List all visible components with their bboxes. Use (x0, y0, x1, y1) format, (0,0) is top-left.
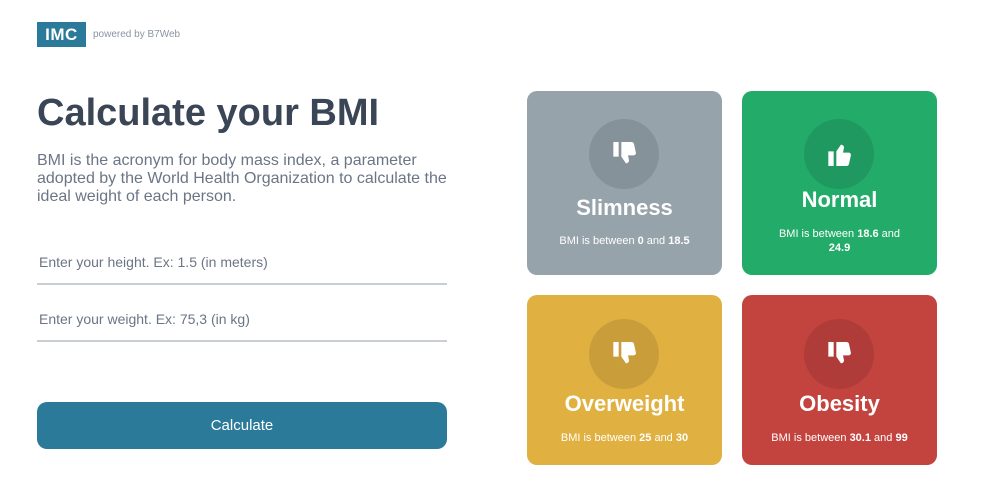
card-title: Obesity (799, 391, 880, 416)
card-title: Slimness (576, 195, 673, 220)
bmi-card-overweight: Overweight BMI is between 25 and 30 (527, 295, 722, 465)
logo: IMC (37, 22, 86, 47)
thumbs-down-icon (589, 119, 659, 189)
page-title: Calculate your BMI (37, 92, 380, 134)
calculate-button[interactable]: Calculate (37, 402, 447, 449)
bmi-card-obesity: Obesity BMI is between 30.1 and 99 (742, 295, 937, 465)
height-input[interactable] (37, 241, 447, 285)
thumbs-down-icon (589, 319, 659, 389)
card-range: BMI is between 25 and 30 (560, 432, 689, 444)
card-range: BMI is between 30.1 and 99 (771, 432, 908, 444)
bmi-card-slimness: Slimness BMI is between 0 and 18.5 (527, 91, 722, 275)
header: IMC powered by B7Web (37, 22, 180, 47)
card-range: BMI is between 0 and 18.5 (559, 235, 690, 247)
weight-input[interactable] (37, 298, 447, 342)
powered-by-text: powered by B7Web (93, 29, 181, 40)
card-range: BMI is between 18.6 and 24.9 (778, 228, 901, 254)
bmi-card-normal: Normal BMI is between 18.6 and 24.9 (742, 91, 937, 275)
page-description: BMI is the acronym for body mass index, … (37, 152, 447, 205)
thumbs-down-icon (804, 319, 874, 389)
card-title: Normal (801, 187, 878, 212)
calculator-panel: Calculate your BMI BMI is the acronym fo… (37, 90, 447, 206)
card-title: Overweight (564, 391, 685, 416)
thumbs-up-icon (804, 119, 874, 189)
